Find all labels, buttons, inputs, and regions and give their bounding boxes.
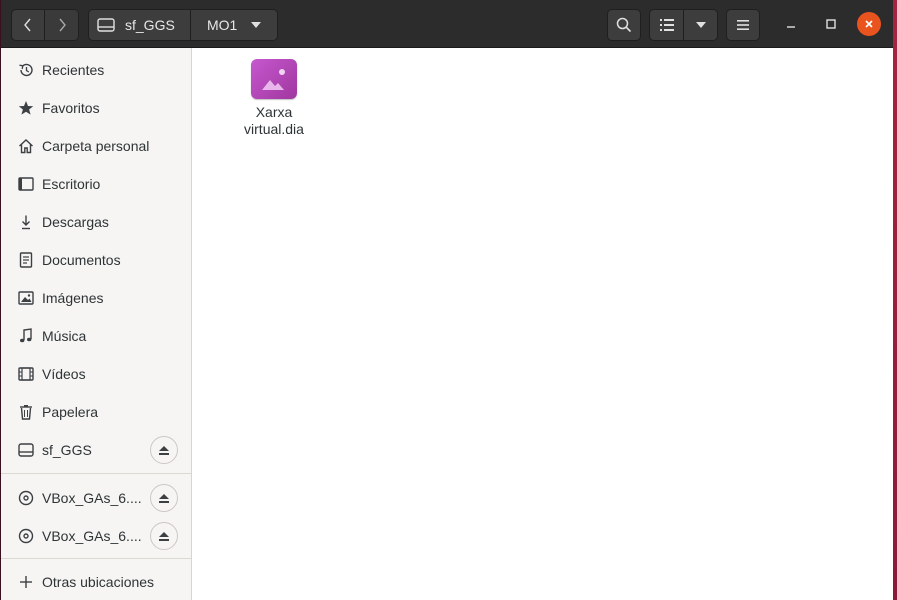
- sidebar-item-vbox-gas-2[interactable]: VBox_GAs_6....: [1, 517, 191, 555]
- sidebar-item-vbox-gas-1[interactable]: VBox_GAs_6....: [1, 479, 191, 517]
- close-button[interactable]: [857, 12, 881, 36]
- back-button[interactable]: [11, 9, 45, 41]
- file-item[interactable]: Xarxa virtual.dia: [233, 59, 315, 138]
- drive-icon: [97, 18, 115, 32]
- header-bar: sf_GGS MO1: [1, 0, 894, 48]
- desktop-icon: [17, 176, 35, 192]
- sidebar-item-label: Descargas: [42, 214, 109, 230]
- drive-icon: [17, 442, 35, 458]
- sidebar: Recientes Favoritos Carpeta personal Esc…: [1, 48, 192, 600]
- sidebar-item-label: Carpeta personal: [42, 138, 150, 154]
- sidebar-item-label: VBox_GAs_6....: [42, 490, 142, 506]
- sidebar-item-label: Favoritos: [42, 100, 100, 116]
- maximize-button[interactable]: [816, 9, 846, 39]
- file-manager-window: sf_GGS MO1 Recientes Favoritos Carpeta p…: [0, 0, 895, 600]
- main-menu-button[interactable]: [726, 9, 760, 41]
- sidebar-item-escritorio[interactable]: Escritorio: [1, 165, 191, 203]
- music-icon: [17, 328, 35, 344]
- caret-down-icon: [695, 22, 706, 28]
- sidebar-item-otras-ubicaciones[interactable]: Otras ubicaciones: [1, 563, 191, 600]
- eject-button[interactable]: [150, 484, 178, 512]
- download-icon: [17, 214, 35, 230]
- sidebar-item-descargas[interactable]: Descargas: [1, 203, 191, 241]
- sidebar-item-imagenes[interactable]: Imágenes: [1, 279, 191, 317]
- close-icon: [865, 20, 873, 28]
- sidebar-item-label: Vídeos: [42, 366, 86, 382]
- recent-icon: [17, 62, 35, 78]
- sidebar-item-label: Música: [42, 328, 87, 344]
- minimize-button[interactable]: [776, 9, 806, 39]
- sidebar-item-carpeta-personal[interactable]: Carpeta personal: [1, 127, 191, 165]
- eject-button[interactable]: [150, 522, 178, 550]
- caret-down-icon: [251, 22, 262, 28]
- sidebar-item-label: VBox_GAs_6....: [42, 528, 142, 544]
- search-button[interactable]: [607, 9, 641, 41]
- chevron-left-icon: [24, 18, 31, 32]
- eject-icon: [159, 445, 169, 455]
- image-file-icon: [251, 59, 297, 99]
- search-icon: [616, 17, 632, 33]
- hamburger-menu-icon: [737, 20, 749, 30]
- sidebar-item-musica[interactable]: Música: [1, 317, 191, 355]
- sidebar-separator: [1, 558, 191, 559]
- sidebar-item-papelera[interactable]: Papelera: [1, 393, 191, 431]
- chevron-right-icon: [58, 18, 66, 32]
- view-options-button[interactable]: [684, 9, 718, 41]
- video-icon: [17, 366, 35, 382]
- eject-icon: [159, 493, 169, 503]
- sidebar-item-label: sf_GGS: [42, 442, 92, 458]
- path-segment-label: MO1: [207, 17, 238, 33]
- file-view: Xarxa virtual.dia: [193, 49, 894, 600]
- disc-icon: [17, 528, 35, 544]
- desktop-background: [893, 0, 897, 600]
- path-segment-mo1[interactable]: MO1: [191, 9, 278, 41]
- maximize-icon: [826, 19, 836, 29]
- sidebar-item-label: Documentos: [42, 252, 121, 268]
- forward-button[interactable]: [45, 9, 79, 41]
- minimize-icon: [787, 26, 795, 28]
- sidebar-item-label: Otras ubicaciones: [42, 574, 155, 590]
- sidebar-item-videos[interactable]: Vídeos: [1, 355, 191, 393]
- eject-icon: [159, 531, 169, 541]
- disc-icon: [17, 490, 35, 506]
- document-icon: [17, 252, 35, 268]
- eject-button[interactable]: [150, 436, 178, 464]
- trash-icon: [17, 404, 35, 420]
- home-icon: [17, 138, 35, 154]
- image-icon: [17, 290, 35, 306]
- sidebar-item-label: Recientes: [42, 62, 105, 78]
- path-segment-label: sf_GGS: [125, 17, 175, 33]
- sidebar-item-label: Escritorio: [42, 176, 101, 192]
- sidebar-separator: [1, 473, 191, 474]
- list-view-icon: [659, 19, 674, 31]
- sidebar-item-favoritos[interactable]: Favoritos: [1, 89, 191, 127]
- path-segment-sf-ggs[interactable]: sf_GGS: [88, 9, 191, 41]
- sidebar-item-sf-ggs[interactable]: sf_GGS: [1, 431, 191, 469]
- sidebar-item-label: Imágenes: [42, 290, 104, 306]
- list-view-button[interactable]: [649, 9, 684, 41]
- star-icon: [17, 100, 35, 116]
- sidebar-item-documentos[interactable]: Documentos: [1, 241, 191, 279]
- file-name: Xarxa virtual.dia: [244, 104, 304, 137]
- sidebar-item-label: Papelera: [42, 404, 99, 420]
- plus-icon: [17, 574, 35, 590]
- sidebar-item-recientes[interactable]: Recientes: [1, 51, 191, 89]
